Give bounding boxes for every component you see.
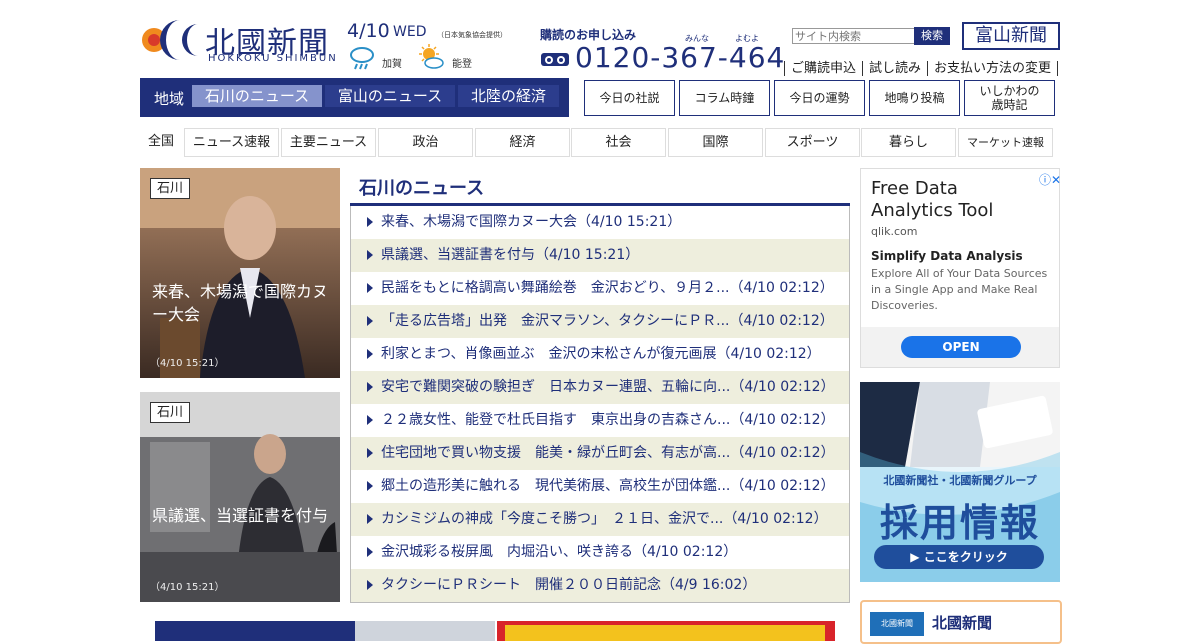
ad-subtitle: Simplify Data Analysis <box>871 249 1023 263</box>
phone-number[interactable]: 0120-367-464 <box>575 41 785 74</box>
cat-national[interactable]: 全国 <box>140 128 182 155</box>
news-item[interactable]: 来春、木場潟で国際カヌー大会（4/10 15:21） <box>351 206 849 239</box>
feature-photo <box>140 168 340 378</box>
free-dial-icon <box>541 53 569 66</box>
bottom-banner-right[interactable] <box>497 621 835 641</box>
weather-area-noto: 能登 <box>452 59 472 70</box>
card-time: （4/10 15:21） <box>150 582 225 593</box>
card-time: （4/10 15:21） <box>150 358 225 369</box>
news-item[interactable]: タクシーにＰＲシート 開催２００日前記念（4/9 16:02） <box>351 569 849 602</box>
news-section-title: 石川のニュース <box>359 178 485 199</box>
arrow-right-icon <box>367 547 373 557</box>
feature-card[interactable]: 石川 来春、木場潟で国際カヌー大会 （4/10 15:21） <box>140 168 340 378</box>
cat-society[interactable]: 社会 <box>571 128 666 157</box>
arrow-right-icon <box>367 250 373 260</box>
promo-badge: 北國新聞 <box>870 612 924 636</box>
cat-market[interactable]: マーケット速報 <box>958 128 1053 157</box>
recruit-headline: 採用情報 <box>879 501 1040 545</box>
news-item[interactable]: 住宅団地で買い物支援 能美・緑が丘町会、有志が高...（4/10 02:12） <box>351 437 849 470</box>
news-item[interactable]: 「走る広告塔」出発 金沢マラソン、タクシーにＰＲ...（4/10 02:12） <box>351 305 849 338</box>
fortune-button[interactable]: 今日の運勢 <box>774 80 865 116</box>
reader-post-button[interactable]: 地鳴り投稿 <box>869 80 960 116</box>
recruit-company-line: 北國新聞社・北國新聞グループ <box>883 474 1037 487</box>
cat-breaking[interactable]: ニュース速報 <box>184 128 279 157</box>
card-title[interactable]: 来春、木場潟で国際カヌー大会 <box>152 280 332 326</box>
region-label: 地域 <box>154 90 185 108</box>
arrow-right-icon <box>367 217 373 227</box>
tab-ishikawa-news[interactable]: 石川のニュース <box>192 85 322 107</box>
sun-cloud-icon[interactable] <box>417 43 445 71</box>
ad-url: qlik.com <box>871 225 918 238</box>
recruit-banner[interactable]: 北國新聞社・北國新聞グループ 採用情報 ▶ ここをクリック <box>860 382 1060 582</box>
ad-info-icon[interactable]: ⓘ✕ <box>1039 171 1061 188</box>
arrow-right-icon <box>367 283 373 293</box>
news-item[interactable]: 県議選、当選証書を付与（4/10 15:21） <box>351 239 849 272</box>
payment-change-link[interactable]: お支払い方法の変更 <box>927 61 1059 76</box>
recruit-click-button[interactable]: ▶ ここをクリック <box>874 545 1044 569</box>
arrow-right-icon <box>367 580 373 590</box>
news-item[interactable]: 民謡をもとに格調高い舞踊絵巻 金沢おどり、９月２...（4/10 02:12） <box>351 272 849 305</box>
logo-subtitle: HOKKOKU SHIMBUN <box>208 53 338 64</box>
cat-lifestyle[interactable]: 暮らし <box>861 128 956 157</box>
editorial-button[interactable]: 今日の社説 <box>584 80 675 116</box>
cat-economy[interactable]: 経済 <box>475 128 570 157</box>
card-region-tag: 石川 <box>150 402 191 423</box>
top-links: ご購読申込 試し読み お支払い方法の変更 <box>784 57 1059 76</box>
news-item[interactable]: 安宅で難関突破の験担ぎ 日本カヌー連盟、五輪に向...（4/10 02:12） <box>351 371 849 404</box>
ad-description: Explore All of Your Data Sources in a Si… <box>871 267 1048 312</box>
ishikawa-almanac-button[interactable]: いしかわの 歳時記 <box>964 80 1055 116</box>
arrow-right-icon <box>367 349 373 359</box>
arrow-right-icon <box>367 415 373 425</box>
search-button[interactable]: 検索 <box>914 27 950 45</box>
cat-international[interactable]: 国際 <box>668 128 763 157</box>
cat-major[interactable]: 主要ニュース <box>281 128 376 157</box>
arrow-right-icon <box>367 448 373 458</box>
weather-source[interactable]: （日本気象協会提供） <box>437 30 507 40</box>
cat-politics[interactable]: 政治 <box>378 128 473 157</box>
arrow-right-icon <box>367 514 373 524</box>
news-item[interactable]: 利家とまつ、肖像画並ぶ 金沢の末松さんが復元画展（4/10 02:12） <box>351 338 849 371</box>
news-item[interactable]: 郷土の造形美に触れる 現代美術展、高校生が団体鑑...（4/10 02:12） <box>351 470 849 503</box>
tab-toyama-news[interactable]: 富山のニュース <box>325 85 455 107</box>
ad-open-button[interactable]: OPEN <box>901 336 1021 358</box>
news-item[interactable]: 金沢城彩る桜屏風 内堀沿い、咲き誇る（4/10 02:12） <box>351 536 849 569</box>
trial-link[interactable]: 試し読み <box>862 61 928 76</box>
qlik-ad[interactable]: ⓘ✕ Free Data Analytics Tool qlik.com Sim… <box>860 168 1061 368</box>
search-input[interactable] <box>792 28 916 44</box>
arrow-right-icon <box>367 316 373 326</box>
current-date: 4/10 <box>347 20 390 42</box>
ad-title[interactable]: Free Data Analytics Tool <box>871 178 1041 222</box>
news-list: 来春、木場潟で国際カヌー大会（4/10 15:21） 県議選、当選証書を付与（4… <box>350 206 850 603</box>
news-item[interactable]: ２２歳女性、能登で杜氏目指す 東京出身の吉森さん...（4/10 02:12） <box>351 404 849 437</box>
current-day: WED <box>393 24 427 40</box>
feature-card[interactable]: 石川 県議選、当選証書を付与 （4/10 15:21） <box>140 392 340 602</box>
cat-sports[interactable]: スポーツ <box>765 128 860 157</box>
column-jisho-button[interactable]: コラム時鐘 <box>679 80 770 116</box>
bottom-banner-left[interactable] <box>155 621 495 641</box>
feature-photo <box>140 392 340 602</box>
toyama-shimbun-link[interactable]: 富山新聞 <box>962 22 1060 50</box>
rain-cloud-icon[interactable] <box>348 44 376 72</box>
hokkoku-logo-icon[interactable] <box>140 16 202 64</box>
card-title[interactable]: 県議選、当選証書を付与 <box>152 504 332 527</box>
news-item[interactable]: カシミジムの神成「今度こそ勝つ」 ２１日、金沢で...（4/10 02:12） <box>351 503 849 536</box>
tab-hokuriku-economy[interactable]: 北陸の経済 <box>458 85 559 107</box>
arrow-right-icon <box>367 382 373 392</box>
subscribe-link[interactable]: ご購読申込 <box>784 61 863 76</box>
hokkoku-promo-box[interactable]: 北國新聞 北國新聞 <box>860 600 1062 644</box>
card-region-tag: 石川 <box>150 178 191 199</box>
weather-area-kaga: 加賀 <box>382 59 402 70</box>
arrow-right-icon <box>367 481 373 491</box>
